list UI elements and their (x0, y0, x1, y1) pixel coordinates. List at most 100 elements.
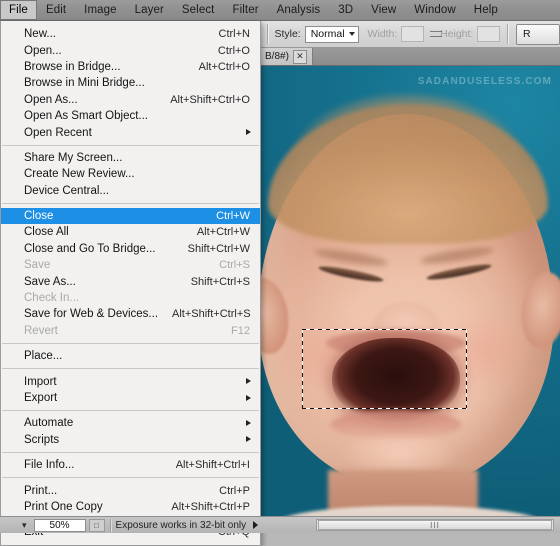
menu-item-label: Close All (24, 226, 183, 238)
document-tab[interactable]: B/8#) ✕ (260, 48, 313, 65)
menu-item-close-and-go-to-bridge[interactable]: Close and Go To Bridge...Shift+Ctrl+W (1, 241, 260, 257)
menu-item-label: Close (24, 210, 202, 222)
menu-item-shortcut: Alt+Shift+Ctrl+S (158, 308, 251, 320)
status-bar: ▾ 50% □ Exposure works in 32-bit only II… (0, 516, 560, 533)
menu-help[interactable]: Help (465, 0, 507, 20)
menu-filter[interactable]: Filter (223, 0, 267, 20)
menu-item-file-info[interactable]: File Info...Alt+Shift+Ctrl+I (1, 457, 260, 473)
menu-item-automate[interactable]: Automate (1, 415, 260, 431)
chevron-right-icon (246, 395, 251, 401)
width-input[interactable] (401, 26, 423, 42)
menu-item-shortcut: Shift+Ctrl+S (177, 276, 250, 288)
menu-item-shortcut: Ctrl+N (205, 28, 250, 40)
menu-item-label: Open Recent (24, 127, 250, 139)
menu-item-place[interactable]: Place... (1, 348, 260, 364)
menu-item-shortcut: Ctrl+S (205, 259, 250, 271)
menu-item-label: File Info... (24, 459, 162, 471)
menu-item-browse-in-mini-bridge[interactable]: Browse in Mini Bridge... (1, 75, 260, 91)
menu-item-export[interactable]: Export (1, 390, 260, 406)
menu-item-shortcut: Alt+Shift+Ctrl+I (162, 459, 250, 471)
tool-options-bar: Style: Normal Width: Height: R (260, 21, 560, 48)
menu-item-shortcut: Shift+Ctrl+W (174, 243, 250, 255)
menu-separator (2, 203, 259, 204)
menu-item-browse-in-bridge[interactable]: Browse in Bridge...Alt+Ctrl+O (1, 59, 260, 75)
menu-item-label: Print One Copy (24, 501, 157, 513)
style-label: Style: (274, 28, 300, 40)
menu-item-label: Close and Go To Bridge... (24, 243, 174, 255)
menu-3d[interactable]: 3D (329, 0, 362, 20)
selection-marquee[interactable] (302, 329, 467, 409)
menu-item-label: Revert (24, 325, 217, 337)
menu-view[interactable]: View (362, 0, 405, 20)
menu-item-revert: RevertF12 (1, 323, 260, 339)
height-input[interactable] (477, 26, 499, 42)
menu-item-open-as-smart-object[interactable]: Open As Smart Object... (1, 108, 260, 124)
menu-item-device-central[interactable]: Device Central... (1, 183, 260, 199)
chevron-down-icon-status[interactable]: ▾ (18, 520, 31, 531)
status-expand-icon[interactable] (253, 521, 258, 529)
menu-item-close-all[interactable]: Close AllAlt+Ctrl+W (1, 224, 260, 240)
close-icon[interactable]: ✕ (293, 50, 307, 64)
menu-item-open[interactable]: Open...Ctrl+O (1, 42, 260, 58)
chevron-right-icon (246, 420, 251, 426)
watermark-text: SADANDUSELESS.COM (418, 76, 552, 87)
document-arrange-icon[interactable] (4, 519, 18, 531)
menu-item-label: Save (24, 259, 205, 271)
menu-item-open-as[interactable]: Open As...Alt+Shift+Ctrl+O (1, 92, 260, 108)
menu-item-label: Open... (24, 45, 204, 57)
menu-separator (2, 477, 259, 478)
scrollbar-thumb[interactable]: III (318, 520, 552, 530)
menu-file[interactable]: File (0, 0, 37, 20)
menu-edit[interactable]: Edit (37, 0, 75, 20)
menu-item-print[interactable]: Print...Ctrl+P (1, 482, 260, 498)
menu-item-label: Device Central... (24, 185, 250, 197)
menu-item-label: Open As... (24, 94, 156, 106)
menu-item-save-for-web-devices[interactable]: Save for Web & Devices...Alt+Shift+Ctrl+… (1, 306, 260, 322)
menu-item-shortcut: Ctrl+P (205, 485, 250, 497)
chevron-down-icon (349, 32, 355, 36)
menu-item-label: Export (24, 392, 250, 404)
menu-item-label: Create New Review... (24, 168, 250, 180)
zoom-level-input[interactable]: 50% (34, 519, 86, 532)
menu-window[interactable]: Window (405, 0, 465, 20)
menu-item-label: Browse in Bridge... (24, 61, 185, 73)
horizontal-scrollbar[interactable]: III (316, 519, 554, 531)
menu-analysis[interactable]: Analysis (268, 0, 330, 20)
menu-item-import[interactable]: Import (1, 373, 260, 389)
height-label: Height: (440, 28, 473, 40)
menu-item-label: Save for Web & Devices... (24, 308, 158, 320)
menu-item-shortcut: Alt+Ctrl+O (185, 61, 250, 73)
swap-dimensions-icon[interactable] (429, 27, 436, 41)
menu-item-shortcut: Alt+Shift+Ctrl+P (157, 501, 250, 513)
menu-item-label: Check In... (24, 292, 250, 304)
style-dropdown[interactable]: Normal (305, 26, 359, 43)
menu-separator (2, 368, 259, 369)
menu-item-share-my-screen[interactable]: Share My Screen... (1, 150, 260, 166)
menu-item-print-one-copy[interactable]: Print One CopyAlt+Shift+Ctrl+P (1, 499, 260, 515)
menu-item-label: Place... (24, 350, 250, 362)
menu-item-label: Browse in Mini Bridge... (24, 77, 250, 89)
menu-item-check-in: Check In... (1, 290, 260, 306)
chevron-right-icon (246, 378, 251, 384)
menu-layer[interactable]: Layer (126, 0, 173, 20)
document-canvas[interactable]: SADANDUSELESS.COM (260, 66, 560, 516)
menu-separator (2, 343, 259, 344)
menu-item-create-new-review[interactable]: Create New Review... (1, 166, 260, 182)
refine-edge-button[interactable]: R (516, 24, 560, 45)
width-label: Width: (368, 28, 398, 40)
doc-info-icon[interactable]: □ (89, 519, 105, 532)
menu-item-save-as[interactable]: Save As...Shift+Ctrl+S (1, 273, 260, 289)
menu-item-shortcut: Alt+Shift+Ctrl+O (156, 94, 250, 106)
menu-item-scripts[interactable]: Scripts (1, 432, 260, 448)
menu-item-shortcut: Ctrl+W (202, 210, 250, 222)
menu-item-new[interactable]: New...Ctrl+N (1, 26, 260, 42)
menu-item-label: Save As... (24, 276, 177, 288)
menu-select[interactable]: Select (173, 0, 224, 20)
status-divider (110, 519, 111, 532)
menu-item-open-recent[interactable]: Open Recent (1, 124, 260, 140)
menu-image[interactable]: Image (75, 0, 125, 20)
menu-item-label: Automate (24, 417, 250, 429)
menu-item-shortcut: Alt+Ctrl+W (183, 226, 250, 238)
file-menu-dropdown[interactable]: New...Ctrl+NOpen...Ctrl+OBrowse in Bridg… (0, 21, 261, 546)
menu-item-close[interactable]: CloseCtrl+W (1, 208, 260, 224)
